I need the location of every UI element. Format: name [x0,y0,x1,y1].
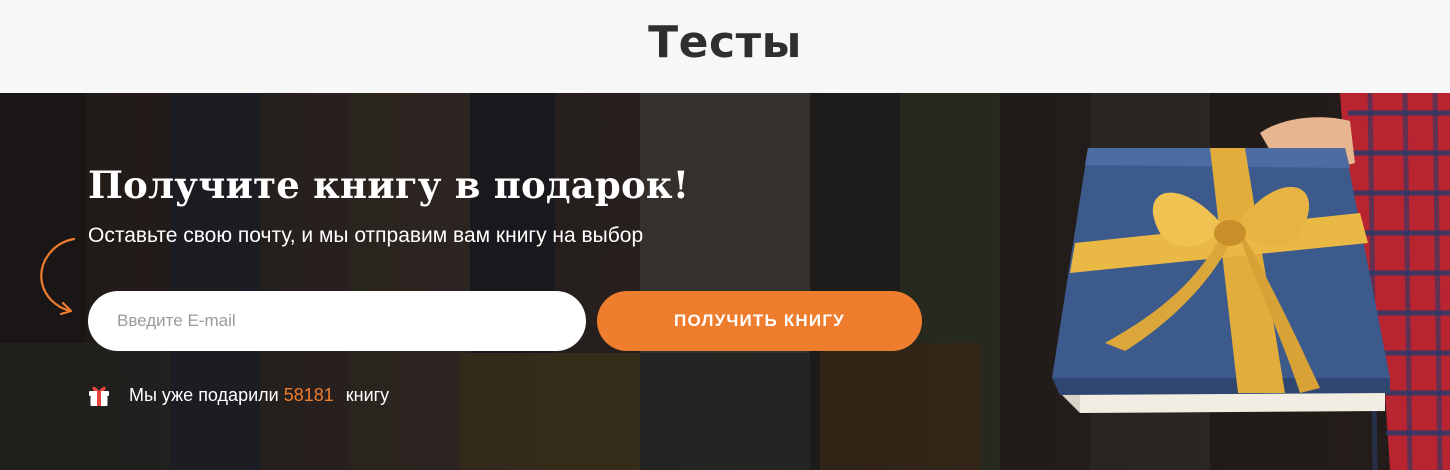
gift-icon [89,386,109,406]
counter-suffix: книгу [345,384,390,405]
page-title: Тесты [648,17,802,68]
gift-counter: Мы уже подарили 58181 книгу [88,383,389,407]
curved-arrow-icon [40,237,76,316]
page-header: Тесты [0,0,1450,93]
counter-number: 58181 [283,384,334,405]
promo-heading: Получите книгу в подарок! [88,163,690,207]
email-input[interactable] [88,291,586,351]
get-book-button[interactable]: ПОЛУЧИТЬ КНИГУ [597,291,922,351]
promo-subtitle: Оставьте свою почту, и мы отправим вам к… [88,224,644,247]
gift-book-image [1052,93,1450,470]
counter-prefix: Мы уже подарили [129,384,279,405]
gift-promo-banner: Получите книгу в подарок! Оставьте свою … [0,93,1450,470]
